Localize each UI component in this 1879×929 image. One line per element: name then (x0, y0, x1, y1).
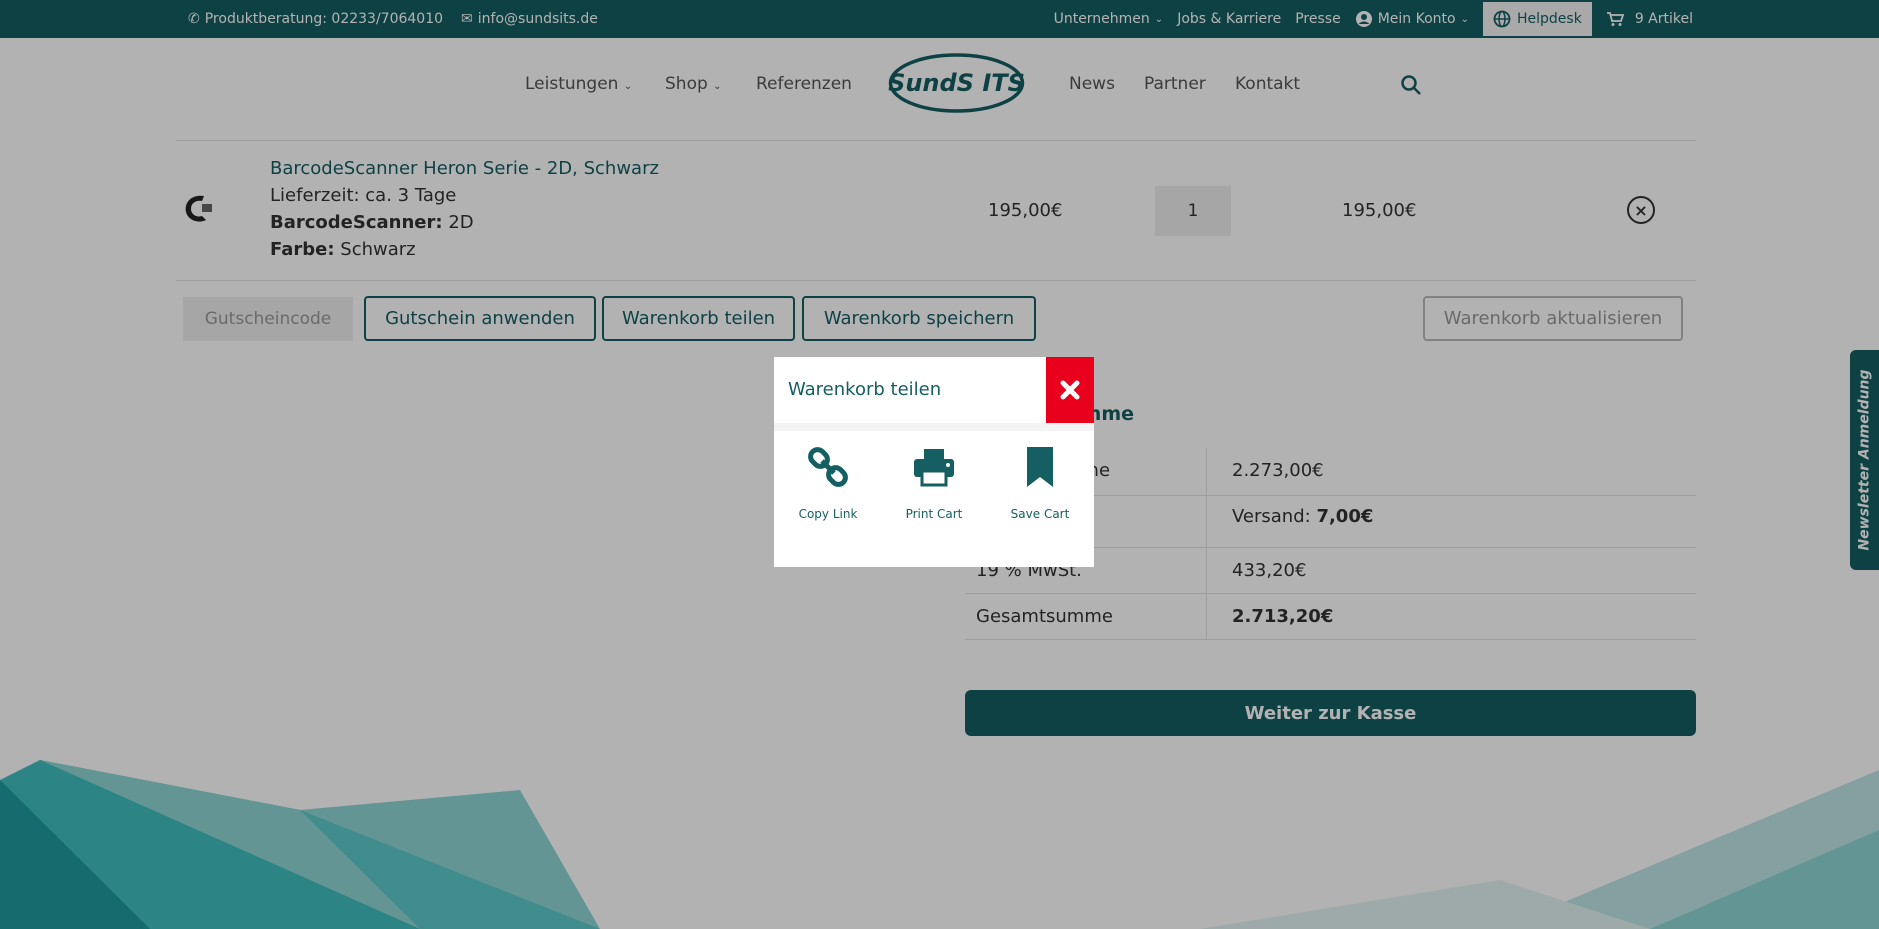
close-icon (1060, 380, 1080, 400)
option-label: Print Cart (905, 507, 963, 521)
option-label: Copy Link (798, 507, 858, 521)
copy-link-option[interactable]: Copy Link (783, 445, 873, 535)
modal-divider (774, 423, 1094, 431)
print-cart-option[interactable]: Print Cart (889, 445, 979, 535)
modal-close-button[interactable] (1046, 357, 1094, 423)
link-icon (808, 447, 848, 487)
modal-title: Warenkorb teilen (788, 379, 942, 400)
bookmark-icon (1027, 447, 1053, 487)
save-cart-option[interactable]: Save Cart (995, 445, 1085, 535)
print-icon (914, 449, 954, 487)
option-label: Save Cart (1010, 507, 1070, 521)
share-cart-modal: Warenkorb teilen Copy Link Print Cart Sa… (774, 357, 1094, 567)
